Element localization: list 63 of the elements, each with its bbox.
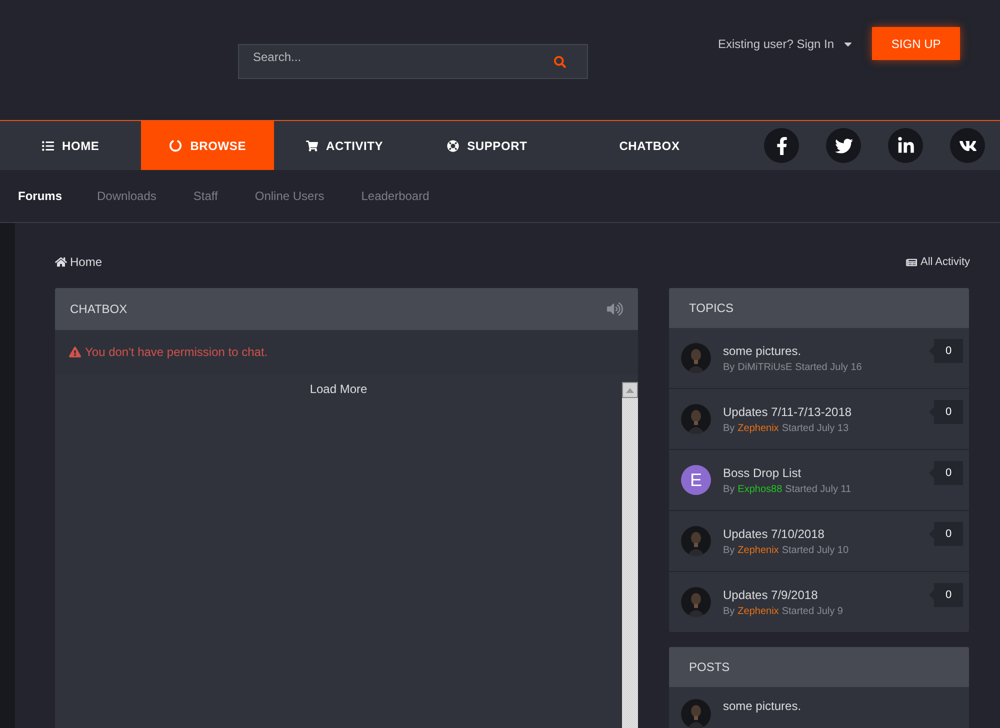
by-label: By (723, 362, 735, 372)
topic-title[interactable]: some pictures. (723, 344, 917, 358)
speaker-icon[interactable] (607, 301, 623, 317)
started-date: Started July 11 (785, 484, 852, 494)
home-icon (55, 256, 67, 268)
nav-tab[interactable]: CHATBOX (559, 121, 740, 170)
author-link[interactable]: Zephenix (738, 606, 779, 616)
subnav-link[interactable]: Staff (193, 189, 218, 203)
nav-tab[interactable]: SUPPORT (415, 121, 560, 170)
search-field[interactable]: Search... (238, 44, 588, 79)
breadcrumb-link[interactable]: Home (55, 255, 102, 269)
avatar-letter: E (690, 470, 702, 490)
author-link[interactable]: Exphos88 (738, 484, 782, 494)
reply-count: 0 (929, 339, 963, 363)
list-icon (42, 140, 54, 152)
panel-title: POSTS (689, 660, 730, 674)
breadcrumb-text[interactable]: Home (70, 255, 102, 269)
by-label: By (723, 422, 735, 434)
all-activity-text[interactable]: All Activity (920, 256, 970, 268)
topic-title[interactable]: Updates 7/10/2018 (723, 526, 917, 540)
topic-title[interactable]: Updates 7/9/2018 (723, 588, 917, 602)
by-label: By (723, 484, 735, 494)
nav-tab[interactable]: ACTIVITY (274, 121, 416, 170)
load-more-link[interactable]: Load More (310, 382, 368, 398)
panel-title: TOPICS (689, 301, 734, 315)
started-date: Started July 10 (782, 544, 849, 556)
started-date: Started July 13 (782, 422, 849, 434)
started-date: Started July 9 (782, 606, 843, 616)
linkedin-icon (896, 136, 914, 154)
reply-count: 0 (929, 400, 963, 424)
nav-tab[interactable]: HOME (0, 121, 142, 170)
spinner-icon (169, 139, 182, 152)
reply-count: 0 (929, 522, 963, 546)
topic-title[interactable]: Boss Drop List (723, 466, 917, 480)
search-icon[interactable] (554, 56, 566, 68)
newspaper-icon (906, 256, 918, 268)
started-date: Started July 16 (795, 362, 862, 372)
subnav-link[interactable]: Forums (18, 189, 62, 203)
cart-icon (306, 140, 318, 152)
social-button[interactable] (764, 128, 799, 163)
author-link[interactable]: DiMiTRiUsE (738, 362, 792, 372)
subnav-link[interactable]: Online Users (254, 189, 324, 203)
subnav-link[interactable]: Downloads (97, 189, 156, 203)
social-button[interactable] (950, 128, 985, 163)
subnav-link[interactable]: Leaderboard (361, 189, 430, 203)
lifebuoy-icon (447, 140, 460, 152)
topic-title[interactable]: Updates 7/11-7/13-2018 (723, 404, 917, 418)
author-link[interactable]: Zephenix (738, 422, 779, 434)
sign-in-link[interactable]: Existing user? Sign In (718, 37, 854, 51)
warning-icon (69, 346, 81, 358)
all-activity-link[interactable]: All Activity (906, 256, 970, 268)
error-text: You don't have permission to chat. (85, 345, 268, 359)
by-label: By (723, 606, 735, 616)
scrollbar[interactable] (622, 382, 638, 728)
social-button[interactable] (888, 128, 923, 163)
reply-count: 0 (929, 583, 963, 607)
panel-title: CHATBOX (70, 302, 128, 316)
by-label: By (723, 544, 735, 556)
author-link[interactable]: Zephenix (738, 544, 779, 556)
reply-count: 0 (929, 461, 963, 485)
twitter-icon (834, 136, 852, 154)
social-button[interactable] (826, 128, 861, 163)
post-title[interactable]: some pictures. (723, 699, 963, 713)
